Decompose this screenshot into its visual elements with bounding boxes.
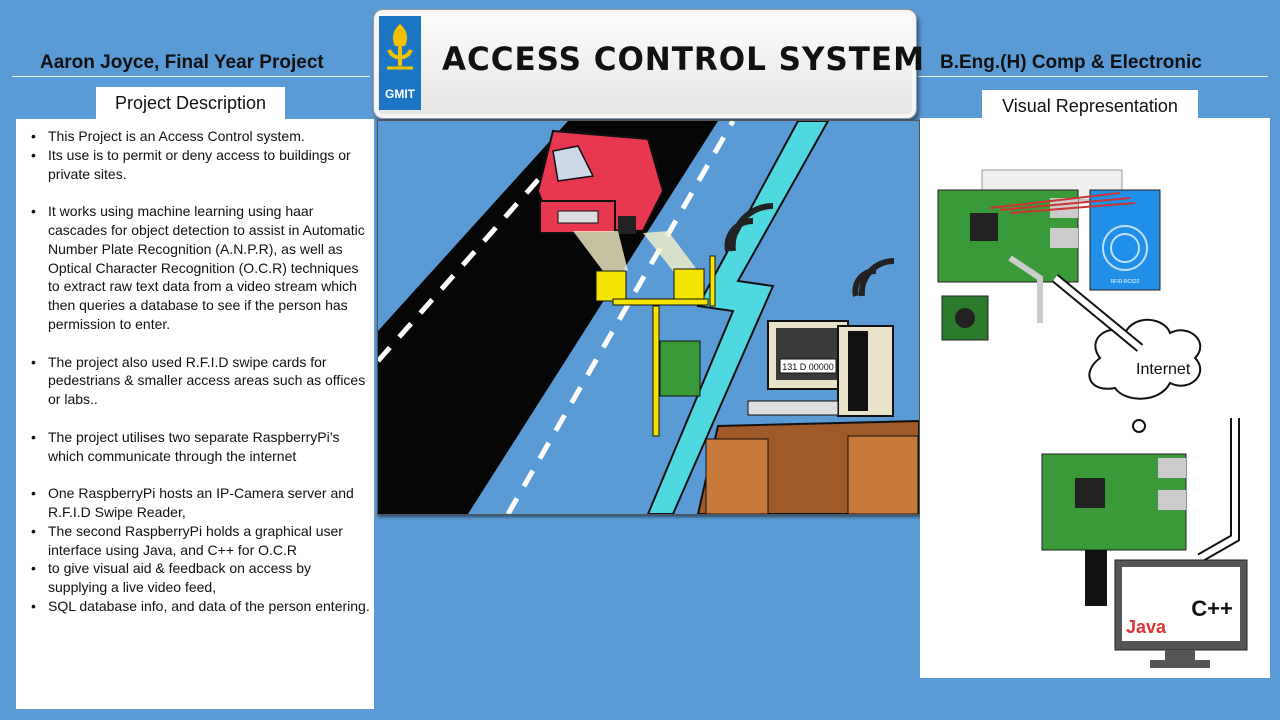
svg-text:RFID-RC522: RFID-RC522 xyxy=(1111,279,1140,285)
description-panel: This Project is an Access Control system… xyxy=(16,119,374,709)
tab-project-description: Project Description xyxy=(96,87,285,119)
list-item: The project utilises two separate Raspbe… xyxy=(16,428,374,466)
access-scene-illustration: 131 D 00000 xyxy=(376,119,920,516)
description-list: This Project is an Access Control system… xyxy=(16,119,374,616)
raspberry-pi-board xyxy=(1041,453,1187,551)
cpp-logo: C++ xyxy=(1191,596,1233,621)
list-item: to give visual aid & feedback on access … xyxy=(16,559,374,597)
list-item: The project also used R.F.I.D swipe card… xyxy=(16,353,374,409)
logo-text: GMIT xyxy=(385,87,415,101)
crest-icon xyxy=(387,24,413,70)
author-label: Aaron Joyce, Final Year Project xyxy=(40,52,324,73)
degree-label: B.Eng.(H) Comp & Electronic xyxy=(940,52,1202,73)
header-divider-right xyxy=(918,76,1268,77)
car-icon xyxy=(536,129,665,234)
visual-panel: RFID-RC522 Java C++ xyxy=(920,118,1270,678)
list-item: The second RaspberryPi holds a graphical… xyxy=(16,522,374,560)
list-item: SQL database info, and data of the perso… xyxy=(16,597,374,616)
header-divider-left xyxy=(12,76,370,77)
plate-text: 131 D 00000 xyxy=(782,362,834,372)
page-title: ACCESS CONTROL SYSTEM xyxy=(442,40,925,78)
list-item: This Project is an Access Control system… xyxy=(16,127,374,146)
internet-label: Internet xyxy=(1136,361,1191,378)
list-item: One RaspberryPi hosts an IP-Camera serve… xyxy=(16,484,374,522)
list-item: Its use is to permit or deny access to b… xyxy=(16,146,374,184)
tab-visual-representation: Visual Representation xyxy=(982,90,1198,120)
list-item: It works using machine learning using ha… xyxy=(16,202,374,334)
java-logo: Java xyxy=(1126,617,1167,637)
computer-icon: 131 D 00000 xyxy=(747,320,894,417)
cloud-icon xyxy=(1088,318,1202,400)
monitor-icon: Java C++ xyxy=(1114,559,1248,668)
